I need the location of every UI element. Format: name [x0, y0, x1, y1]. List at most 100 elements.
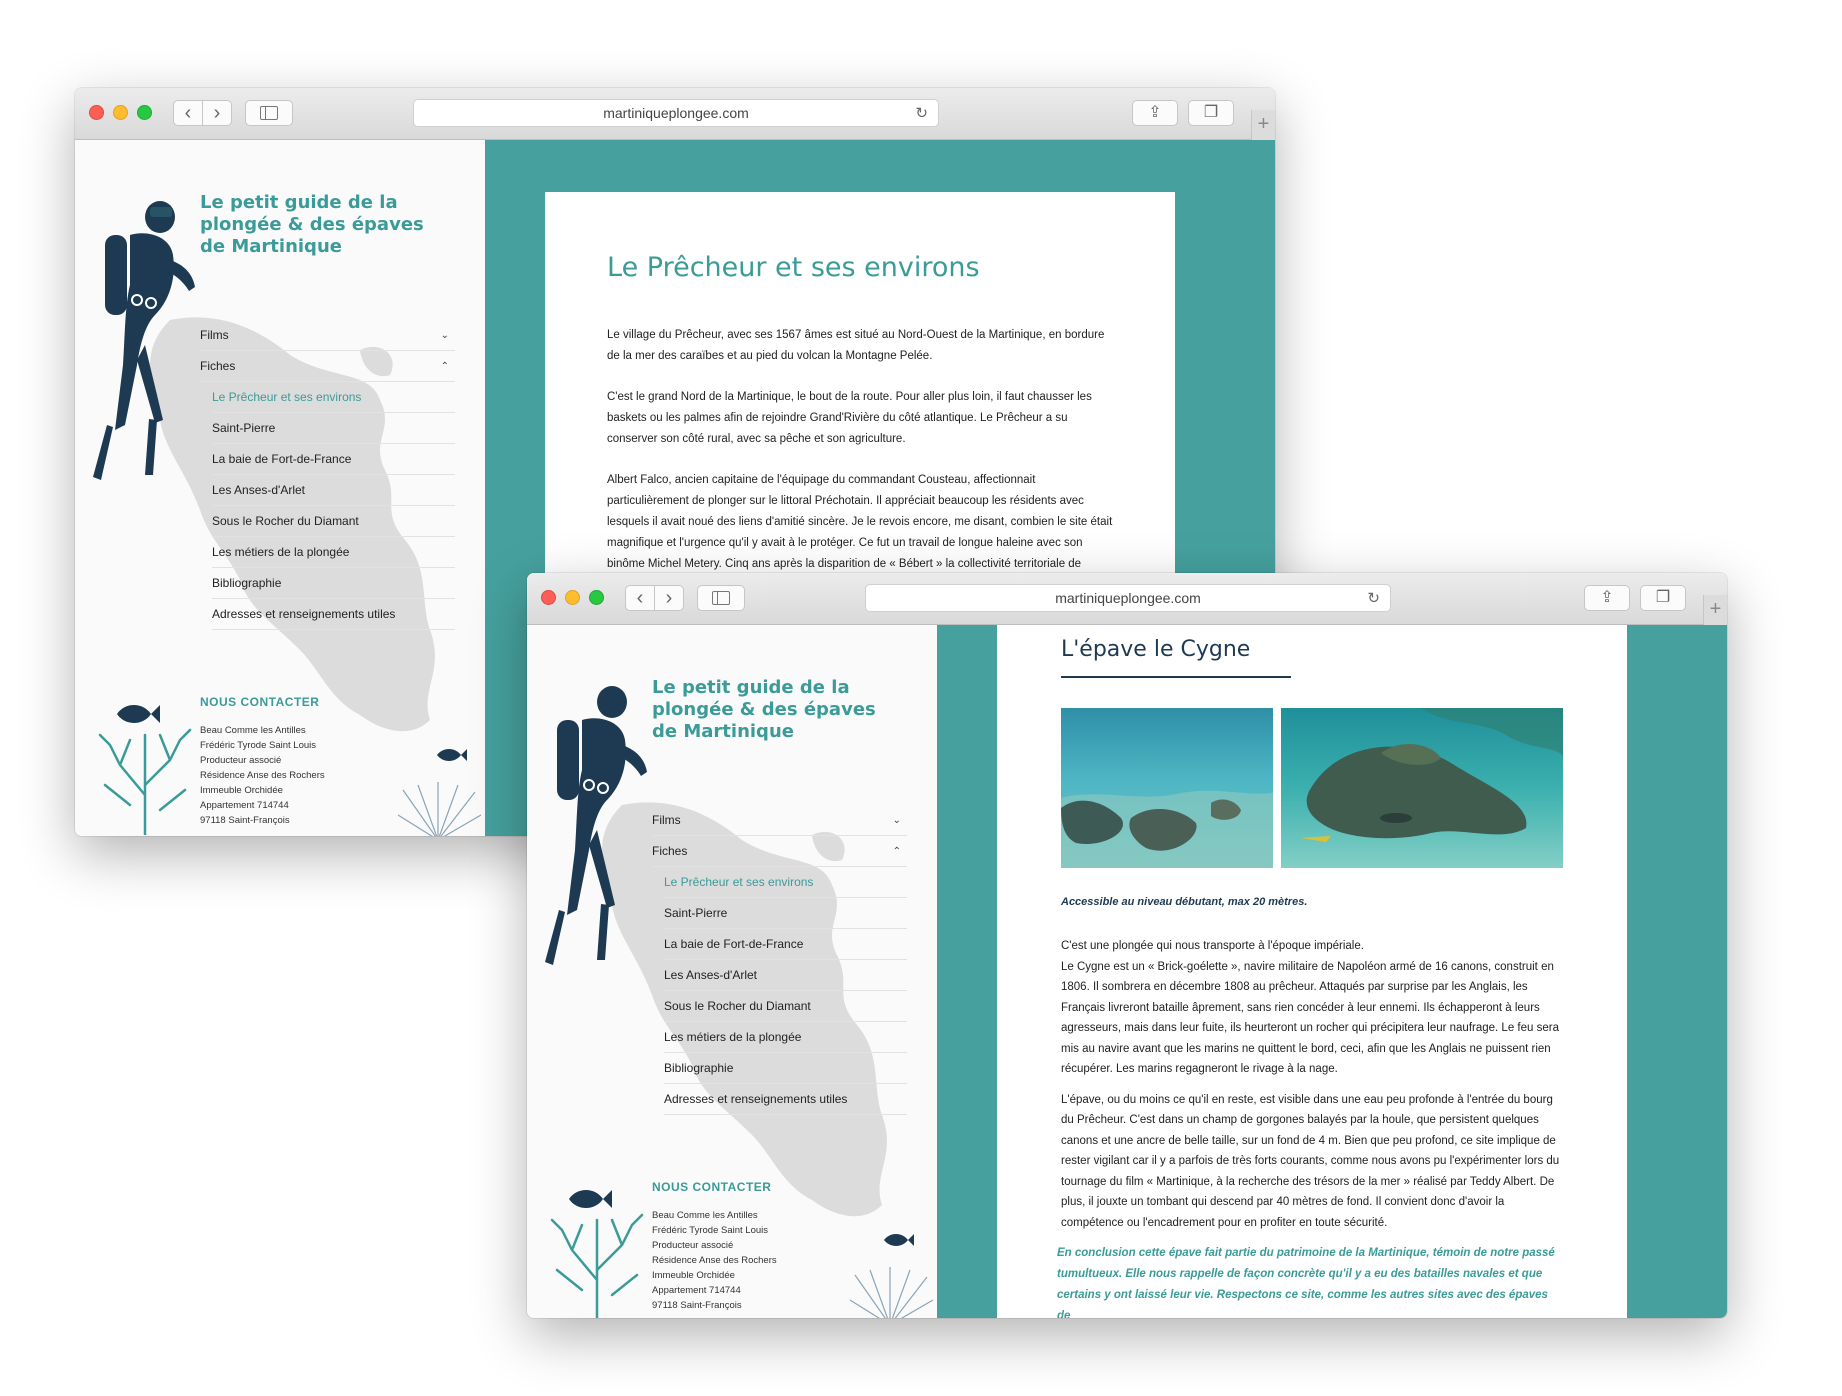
address-bar[interactable]: martiniqueplongee.com ↻ — [413, 99, 939, 127]
submenu-item-label: La baie de Fort-de-France — [664, 937, 804, 951]
submenu-item-metiers[interactable]: Les métiers de la plongée — [212, 537, 455, 568]
site-title[interactable]: Le petit guide de la plongée & des épave… — [200, 192, 450, 258]
back-button[interactable]: ‹ — [625, 585, 655, 611]
page-viewport: Le petit guide de la plongée & des épave… — [527, 625, 1727, 1318]
submenu-item-saint-pierre[interactable]: Saint-Pierre — [212, 413, 455, 444]
scuba-diver-illustration — [545, 686, 647, 965]
submenu-item-label: Adresses et renseignements utiles — [212, 607, 396, 621]
tabs-icon: ❐ — [1203, 104, 1219, 121]
contact-line: Résidence Anse des Rochers — [200, 770, 325, 781]
submenu-item-anses-darlet[interactable]: Les Anses-d'Arlet — [212, 475, 455, 506]
chevron-up-icon: ⌃ — [892, 845, 901, 857]
browser-toolbar: ‹ › martiniqueplongee.com ↻ ⇪ ❐ + — [527, 573, 1727, 625]
url-text: martiniqueplongee.com — [603, 105, 749, 121]
submenu-item-label: Le Prêcheur et ses environs — [212, 390, 362, 404]
zoom-window-button[interactable] — [589, 590, 604, 605]
reload-icon[interactable]: ↻ — [915, 104, 928, 122]
share-button[interactable]: ⇪ — [1584, 585, 1630, 611]
submenu-item-precheur[interactable]: Le Prêcheur et ses environs — [212, 382, 455, 413]
scuba-diver-illustration — [93, 201, 195, 480]
contact-address: Beau Comme les Antilles Frédéric Tyrode … — [652, 1208, 777, 1313]
submenu-item-label: Sous le Rocher du Diamant — [664, 999, 811, 1013]
share-button[interactable]: ⇪ — [1132, 100, 1178, 126]
reload-icon[interactable]: ↻ — [1367, 589, 1380, 607]
menu-item-fiches[interactable]: Fiches ⌃ — [200, 351, 455, 382]
contact-line: Frédéric Tyrode Saint Louis — [652, 1225, 768, 1236]
submenu-item-rocher-diamant[interactable]: Sous le Rocher du Diamant — [664, 991, 907, 1022]
plus-icon: + — [1257, 113, 1270, 135]
fish-icon — [884, 1234, 914, 1246]
submenu-item-label: Saint-Pierre — [212, 421, 276, 435]
address-bar[interactable]: martiniqueplongee.com ↻ — [865, 584, 1391, 612]
contact-line: Beau Comme les Antilles — [652, 1210, 758, 1221]
new-tab-button[interactable]: + — [1703, 595, 1727, 625]
fish-icon — [437, 749, 467, 761]
chevron-up-icon: ⌃ — [440, 360, 449, 372]
sidebar-toggle-button[interactable] — [245, 100, 293, 126]
site-title[interactable]: Le petit guide de la plongée & des épave… — [652, 677, 902, 743]
minimize-window-button[interactable] — [565, 590, 580, 605]
tabs-icon: ❐ — [1655, 589, 1671, 606]
menu-item-fiches[interactable]: Fiches ⌃ — [652, 836, 907, 867]
minimize-window-button[interactable] — [113, 105, 128, 120]
new-tab-button[interactable]: + — [1251, 110, 1275, 140]
sidebar-toggle-button[interactable] — [697, 585, 745, 611]
contact-line: Appartement 714744 — [200, 800, 289, 811]
coral-illustration — [98, 728, 192, 835]
zoom-window-button[interactable] — [137, 105, 152, 120]
chevron-down-icon: ⌄ — [440, 329, 449, 341]
submenu-item-precheur[interactable]: Le Prêcheur et ses environs — [664, 867, 907, 898]
title-underline — [1061, 676, 1291, 678]
submenu-item-label: Les Anses-d'Arlet — [664, 968, 758, 982]
submenu-item-adresses[interactable]: Adresses et renseignements utiles — [664, 1084, 907, 1115]
underwater-photo-seabed[interactable] — [1061, 708, 1274, 868]
site-sidebar: Le petit guide de la plongée & des épave… — [75, 140, 485, 836]
submenu-item-bibliographie[interactable]: Bibliographie — [212, 568, 455, 599]
submenu-item-rocher-diamant[interactable]: Sous le Rocher du Diamant — [212, 506, 455, 537]
forward-button[interactable]: › — [654, 585, 684, 611]
submenu-item-anses-darlet[interactable]: Les Anses-d'Arlet — [664, 960, 907, 991]
submenu-item-label: Saint-Pierre — [664, 906, 728, 920]
close-window-button[interactable] — [89, 105, 104, 120]
chevron-right-icon: › — [213, 102, 221, 124]
contact-heading: NOUS CONTACTER — [200, 695, 320, 709]
submenu-item-fort-de-france[interactable]: La baie de Fort-de-France — [212, 444, 455, 475]
submenu-item-saint-pierre[interactable]: Saint-Pierre — [664, 898, 907, 929]
article-paragraph: C'est le grand Nord de la Martinique, le… — [607, 391, 1092, 445]
chevron-left-icon: ‹ — [636, 587, 644, 609]
underwater-photo-cannon[interactable] — [1281, 708, 1563, 868]
contact-line: Producteur associé — [200, 755, 282, 766]
submenu-item-fort-de-france[interactable]: La baie de Fort-de-France — [664, 929, 907, 960]
article-paragraph: C'est une plongée qui nous transporte à … — [1061, 940, 1559, 1075]
back-button[interactable]: ‹ — [173, 100, 203, 126]
browser-toolbar: ‹ › martiniqueplongee.com ↻ ⇪ ❐ + — [75, 88, 1275, 140]
plus-icon: + — [1709, 598, 1722, 620]
menu-item-films[interactable]: Films ⌄ — [652, 805, 907, 836]
site-sidebar: Le petit guide de la plongée & des épave… — [527, 625, 937, 1318]
submenu-item-label: Adresses et renseignements utiles — [664, 1092, 848, 1106]
photo-gallery — [1061, 708, 1563, 868]
contact-line: Frédéric Tyrode Saint Louis — [200, 740, 316, 751]
submenu-item-bibliographie[interactable]: Bibliographie — [664, 1053, 907, 1084]
contact-line: Immeuble Orchidée — [652, 1270, 735, 1281]
show-tabs-button[interactable]: ❐ — [1188, 100, 1234, 126]
site-menu: Films ⌄ Fiches ⌃ Le Prêcheur et ses envi… — [200, 320, 455, 630]
share-icon: ⇪ — [1148, 104, 1162, 121]
close-window-button[interactable] — [541, 590, 556, 605]
menu-item-films[interactable]: Films ⌄ — [200, 320, 455, 351]
contact-line: Producteur associé — [652, 1240, 734, 1251]
contact-line: Immeuble Orchidée — [200, 785, 283, 796]
submenu-item-label: Les Anses-d'Arlet — [212, 483, 306, 497]
article-conclusion: En conclusion cette épave fait partie du… — [1057, 1247, 1555, 1318]
submenu-item-adresses[interactable]: Adresses et renseignements utiles — [212, 599, 455, 630]
submenu-item-metiers[interactable]: Les métiers de la plongée — [664, 1022, 907, 1053]
article-title: L'épave le Cygne — [1061, 637, 1251, 662]
forward-button[interactable]: › — [202, 100, 232, 126]
contact-line: 97118 Saint-François — [200, 815, 290, 826]
contact-line: 97118 Saint-François — [652, 1300, 742, 1311]
article-paragraph: L'épave, ou du moins ce qu'il en reste, … — [1061, 1093, 1560, 1229]
menu-item-label: Fiches — [652, 844, 688, 858]
sidebar-icon — [260, 106, 278, 120]
show-tabs-button[interactable]: ❐ — [1640, 585, 1686, 611]
coral-illustration — [550, 1213, 644, 1318]
